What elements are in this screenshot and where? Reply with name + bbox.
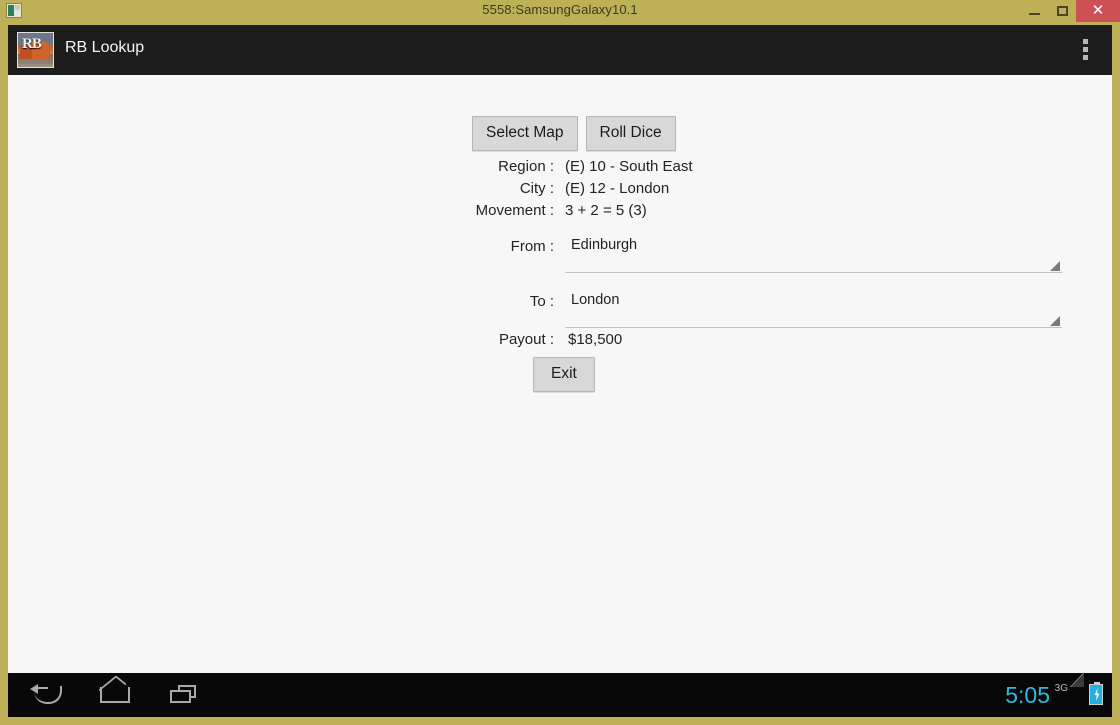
from-row: From : Edinburgh — [8, 230, 1112, 273]
movement-value: 3 + 2 = 5 (3) — [565, 202, 647, 219]
overflow-menu-icon[interactable] — [1074, 38, 1098, 63]
overflow-dot-3 — [1083, 55, 1088, 60]
roll-dice-button[interactable]: Roll Dice — [585, 116, 676, 151]
app-content: Select Map Roll Dice Region : (E) 10 - S… — [8, 75, 1112, 673]
minimize-button[interactable] — [1020, 0, 1048, 22]
to-label: To : — [529, 293, 554, 310]
exit-button[interactable]: Exit — [533, 357, 595, 392]
maximize-icon — [1057, 6, 1068, 16]
back-arrowhead-shape — [30, 684, 38, 694]
recent-rect-front — [170, 690, 191, 703]
payout-value: $18,500 — [568, 331, 623, 348]
region-value: (E) 10 - South East — [565, 158, 693, 175]
status-clock: 5:05 — [1005, 682, 1050, 708]
overflow-dot-2 — [1083, 47, 1088, 52]
close-icon: ✕ — [1091, 2, 1105, 19]
device-screen: RB RB Lookup Select Map Roll Dice Region… — [8, 25, 1112, 717]
app-icon-monogram: RB — [22, 36, 42, 52]
rb-lookup-train-icon: RB — [17, 32, 54, 68]
region-label: Region : — [498, 158, 554, 175]
window-title-bar: 5558:SamsungGalaxy10.1 ✕ — [0, 0, 1120, 22]
android-system-bar: 5:05 3G — [8, 672, 1112, 717]
minimize-icon — [1029, 13, 1040, 15]
app-title: RB Lookup — [65, 39, 145, 56]
recent-apps-icon[interactable] — [162, 681, 210, 709]
home-icon[interactable] — [92, 675, 140, 709]
from-spinner[interactable]: Edinburgh — [565, 230, 1062, 273]
spinner-dropdown-icon — [1050, 261, 1060, 271]
app-action-bar: RB RB Lookup — [8, 25, 1112, 75]
exit-button-wrap: Exit — [533, 357, 595, 392]
city-row: City : (E) 12 - London — [8, 180, 1112, 202]
battery-bolt-shape — [1094, 688, 1100, 701]
close-button[interactable]: ✕ — [1076, 0, 1120, 22]
battery-charging-icon — [1089, 682, 1103, 705]
city-label: City : — [519, 180, 554, 197]
movement-label: Movement : — [475, 202, 554, 219]
action-buttons-row: Select Map Roll Dice — [472, 116, 676, 151]
signal-triangle-icon — [1070, 672, 1084, 702]
select-map-button[interactable]: Select Map — [472, 116, 578, 151]
to-row: To : London — [8, 285, 1112, 328]
network-type-label: 3G — [1054, 683, 1068, 694]
spinner-dropdown-icon — [1050, 316, 1060, 326]
emulator-window: 5558:SamsungGalaxy10.1 ✕ RB RB Lookup Se… — [0, 0, 1120, 725]
maximize-button[interactable] — [1048, 0, 1076, 22]
overflow-dot-1 — [1083, 39, 1088, 44]
payout-label: Payout : — [498, 331, 554, 348]
from-spinner-value: Edinburgh — [571, 237, 638, 253]
from-label: From : — [510, 238, 554, 255]
payout-row: Payout : $18,500 — [8, 331, 1112, 353]
railtrack-shape — [18, 61, 53, 64]
to-spinner[interactable]: London — [565, 285, 1062, 328]
movement-row: Movement : 3 + 2 = 5 (3) — [8, 202, 1112, 224]
back-icon[interactable] — [24, 681, 72, 709]
region-row: Region : (E) 10 - South East — [8, 158, 1112, 180]
to-spinner-value: London — [571, 292, 620, 308]
battery-cap-shape — [1094, 682, 1100, 684]
city-value: (E) 12 - London — [565, 180, 670, 197]
window-title: 5558:SamsungGalaxy10.1 — [482, 2, 638, 17]
